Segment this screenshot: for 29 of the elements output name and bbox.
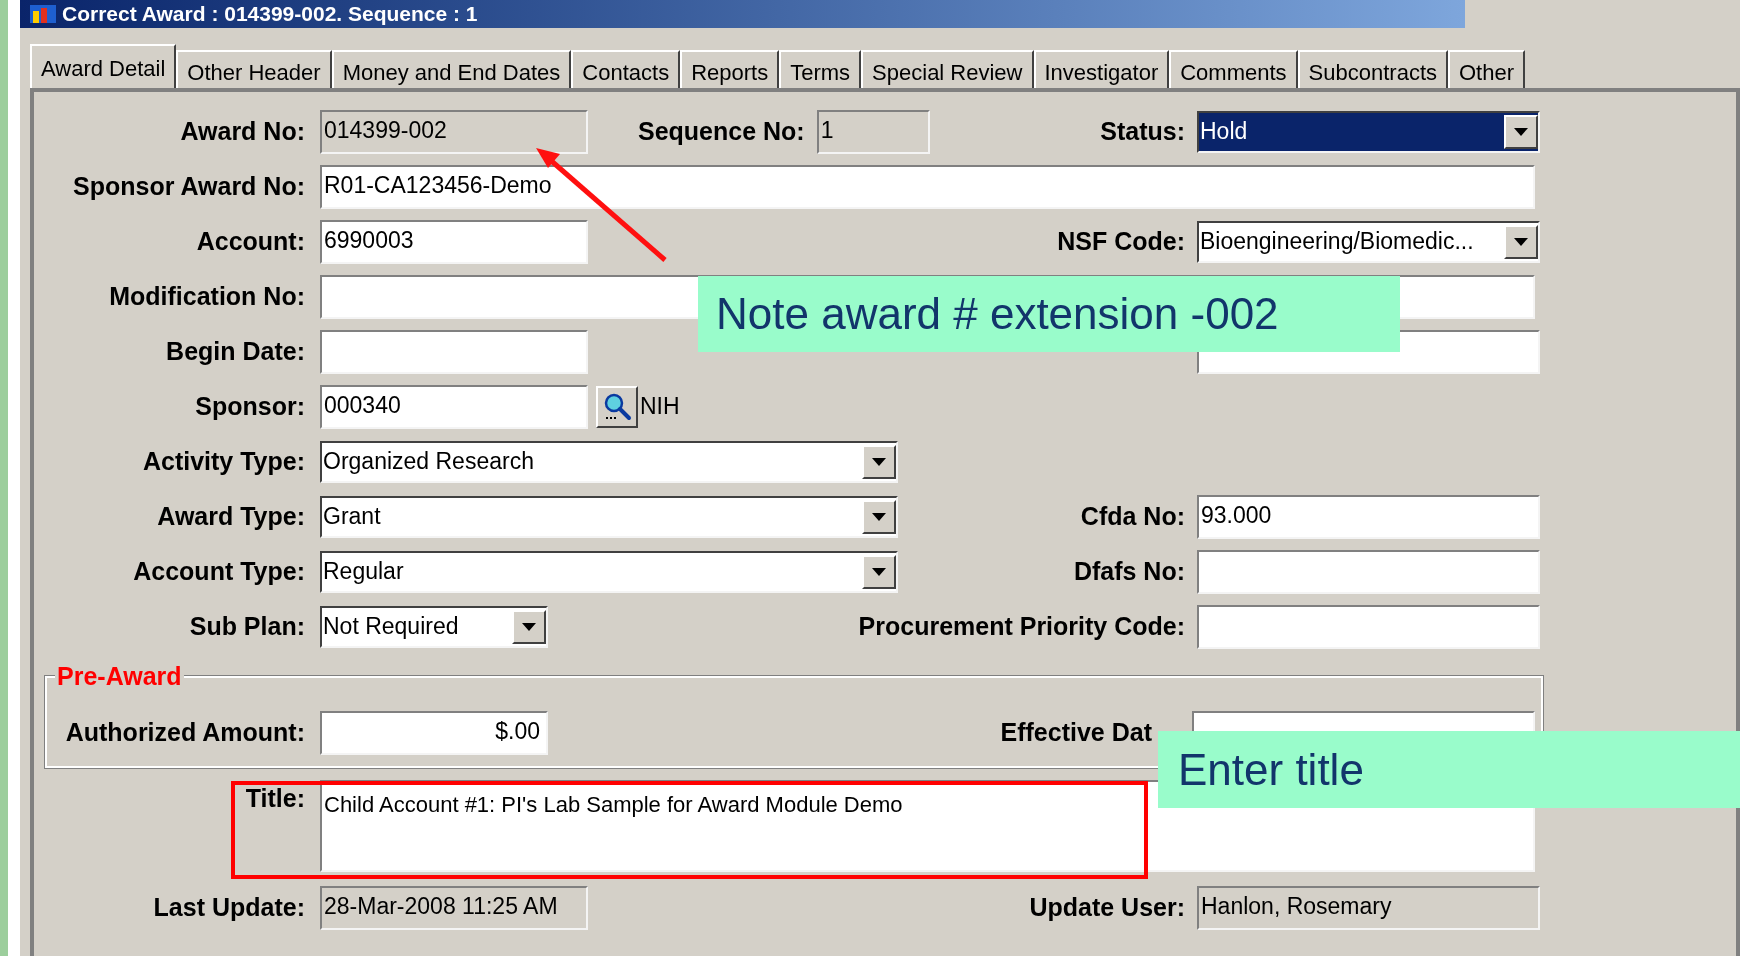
field-label: Begin Date:: [166, 335, 305, 367]
field-label: Account Type:: [133, 555, 305, 587]
window-title: Correct Award : 014399-002. Sequence : 1: [62, 1, 478, 27]
field-label: NSF Code:: [1057, 225, 1185, 257]
read-only-field: Hanlon, Rosemary: [1197, 885, 1540, 930]
field-label: Effective Dat: [1000, 716, 1152, 748]
field-label: Update User:: [1029, 891, 1185, 923]
annotation-tooltip: Enter title: [1158, 731, 1740, 808]
field-label: Sponsor Award No:: [73, 170, 305, 202]
field-label: Activity Type:: [142, 445, 305, 477]
field-label: Cfda No:: [1080, 500, 1185, 532]
field-label: Sub Plan:: [189, 610, 305, 642]
field-label: Authorized Amount:: [65, 716, 305, 748]
field-label: Modification No:: [109, 280, 305, 312]
sponsor-name: NIH: [640, 392, 680, 422]
annotation-tooltip: Note award # extension -002: [698, 276, 1400, 352]
field-label: Sponsor:: [195, 390, 305, 422]
field-label: Account:: [196, 225, 305, 257]
field-label: Last Update:: [153, 891, 305, 923]
read-only-field: 014399-002: [320, 109, 588, 154]
field-label: Award No:: [180, 115, 305, 147]
read-only-field: 28-Mar-2008 11:25 AM: [320, 885, 588, 930]
field-label: Procurement Priority Code:: [858, 610, 1185, 642]
read-only-field: 1: [816, 109, 930, 154]
field-label: Award Type:: [157, 500, 305, 532]
field-label: Title:: [245, 783, 305, 814]
field-label: Status:: [1100, 115, 1185, 147]
field-label: Dfafs No:: [1073, 555, 1185, 587]
field-label: Sequence No:: [638, 115, 805, 147]
